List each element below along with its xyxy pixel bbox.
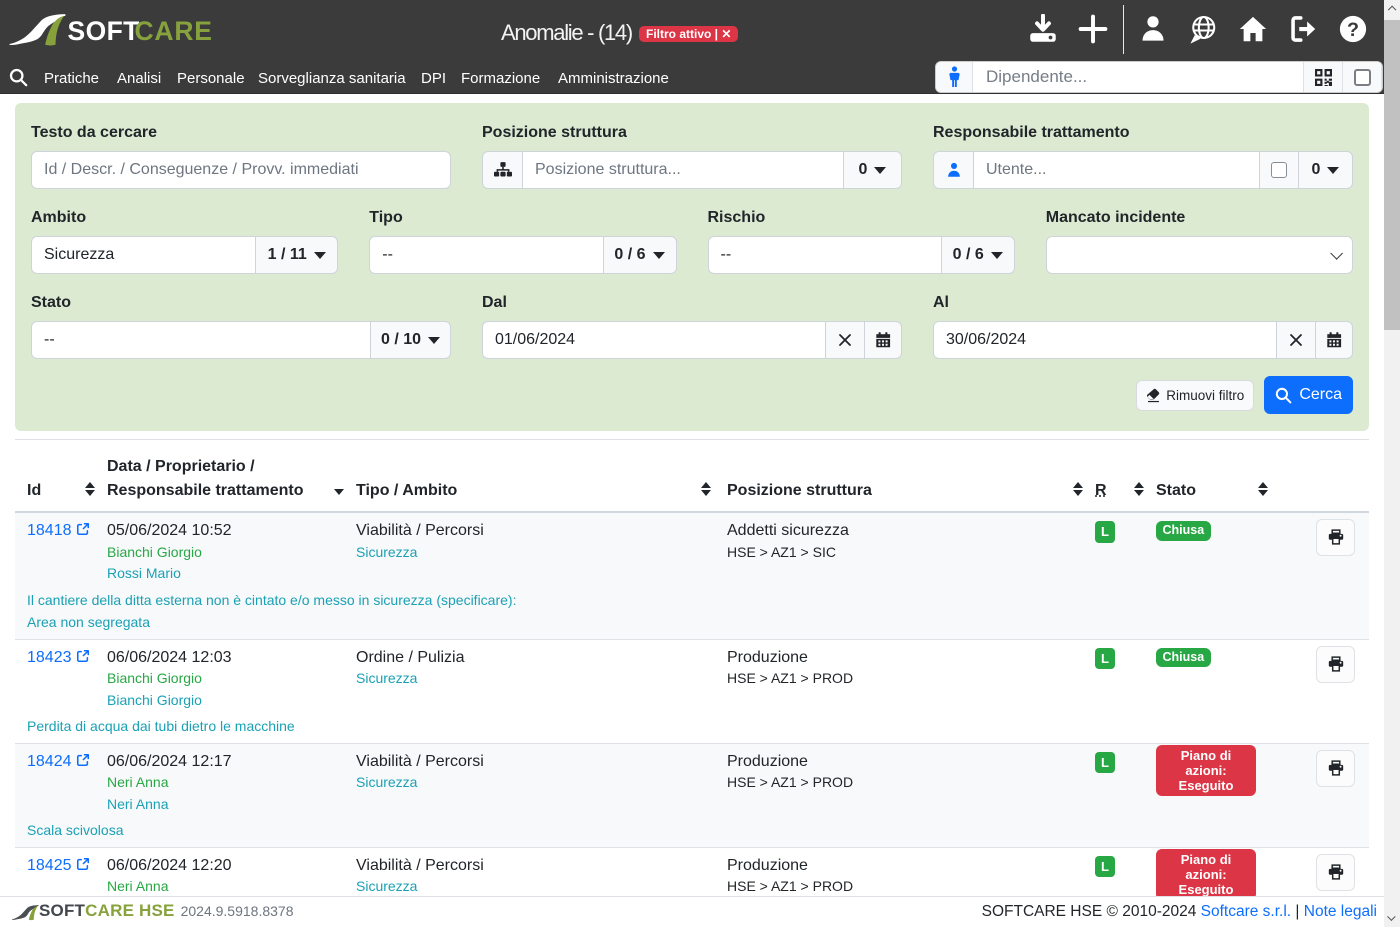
svg-text:SOFT: SOFT	[68, 16, 140, 46]
svg-text:CARE: CARE	[135, 16, 213, 46]
svg-text:?: ?	[1347, 19, 1359, 41]
